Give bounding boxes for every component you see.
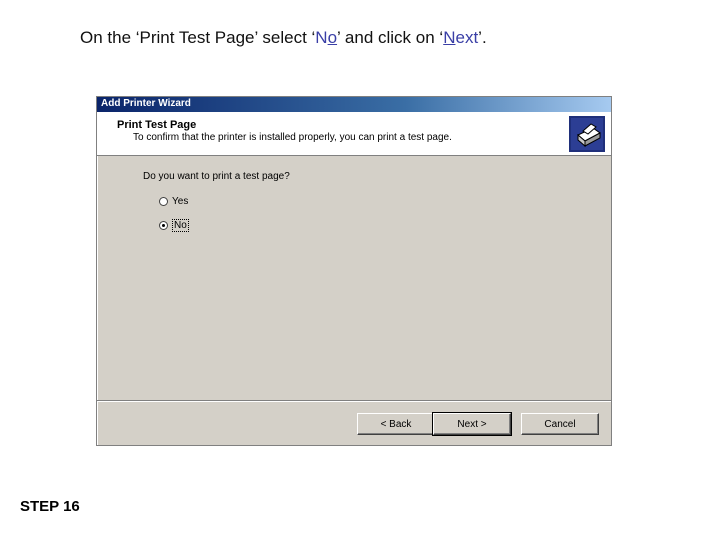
add-printer-wizard-dialog: Add Printer Wizard Print Test Page To co… bbox=[96, 96, 612, 446]
instruction-prefix: On the ‘Print Test Page’ select ‘ bbox=[80, 28, 316, 47]
instruction-no-first: N bbox=[315, 28, 328, 47]
instruction-no-underlined: o bbox=[327, 28, 338, 47]
step-label: STEP 16 bbox=[20, 498, 80, 515]
title-bar[interactable]: Add Printer Wizard bbox=[97, 97, 611, 112]
page-subtitle: To confirm that the printer is installed… bbox=[133, 132, 452, 143]
printer-icon bbox=[569, 116, 605, 152]
instruction-next-underlined: N bbox=[443, 28, 456, 47]
wizard-header: Print Test Page To confirm that the prin… bbox=[97, 112, 611, 156]
cancel-button[interactable]: Cancel bbox=[521, 413, 599, 435]
radio-no-label[interactable]: No bbox=[172, 219, 189, 232]
next-button[interactable]: Next > bbox=[432, 412, 512, 436]
instruction-text: On the ‘Print Test Page’ select ‘No’ and… bbox=[80, 28, 487, 48]
back-button[interactable]: < Back bbox=[357, 413, 435, 435]
radio-yes-button[interactable] bbox=[159, 197, 168, 206]
page-title: Print Test Page bbox=[117, 119, 197, 131]
radio-option-yes[interactable]: Yes bbox=[159, 196, 188, 207]
radio-no-button[interactable] bbox=[159, 221, 168, 230]
test-page-question: Do you want to print a test page? bbox=[143, 171, 290, 182]
window-title: Add Printer Wizard bbox=[101, 98, 191, 109]
button-separator bbox=[97, 400, 611, 402]
radio-option-no[interactable]: No bbox=[159, 219, 189, 232]
instruction-next-rest: ext bbox=[455, 28, 479, 47]
instruction-middle: ’ and click on ‘ bbox=[337, 28, 444, 47]
radio-yes-label[interactable]: Yes bbox=[172, 196, 188, 207]
instruction-suffix: ’. bbox=[478, 28, 487, 47]
